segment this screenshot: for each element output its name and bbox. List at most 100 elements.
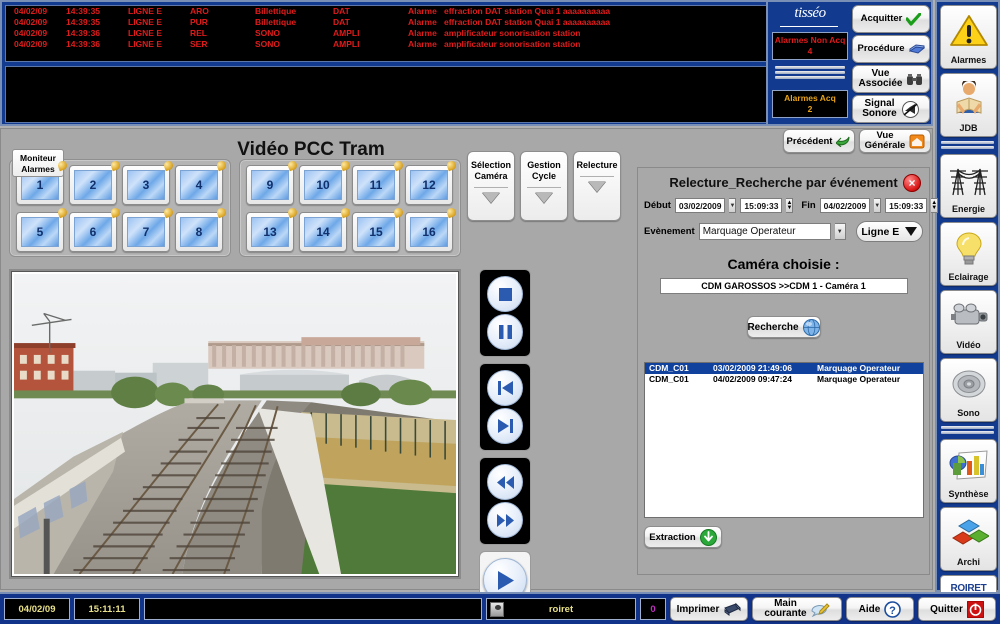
- monitor-cell-10[interactable]: 10: [299, 159, 352, 205]
- debut-time-input[interactable]: 15:09:33: [740, 198, 783, 213]
- alarm-cell-station: ARO: [190, 6, 209, 16]
- sidebar-item-archi[interactable]: Archi: [940, 507, 997, 571]
- sidebar-item-jdb[interactable]: JDB: [940, 73, 997, 137]
- monitor-cell-7[interactable]: 7: [122, 206, 175, 252]
- status-time: 15:11:11: [74, 598, 140, 620]
- imprimer-label: Imprimer: [676, 603, 720, 615]
- sidebar-label: Eclairage: [948, 272, 989, 282]
- monitor-cell-15[interactable]: 15: [352, 206, 405, 252]
- fin-date-input[interactable]: 04/02/2009: [819, 198, 871, 213]
- monitor-cell-4[interactable]: 4: [175, 159, 228, 205]
- alarm-cell-system: SONO: [255, 28, 281, 38]
- monitor-cell-16[interactable]: 16: [405, 206, 458, 252]
- monitor-group-right: 9 10 11 12 13 14 15 16: [239, 159, 461, 257]
- vue-generale-button[interactable]: Vue Générale: [859, 129, 931, 153]
- monitor-cell-11[interactable]: 11: [352, 159, 405, 205]
- extraction-button[interactable]: Extraction: [644, 526, 722, 548]
- close-icon[interactable]: ×: [903, 174, 921, 192]
- fin-date-dropdown-icon[interactable]: ▼: [874, 198, 882, 213]
- monitor-cell-12[interactable]: 12: [405, 159, 458, 205]
- alarm-cell-station: SER: [190, 39, 208, 49]
- debut-time-spinner[interactable]: ▲ ▼: [786, 198, 794, 213]
- power-icon: [966, 600, 984, 618]
- imprimer-button[interactable]: Imprimer: [670, 597, 748, 621]
- recherche-button[interactable]: Recherche: [746, 316, 821, 338]
- ligne-selector-button[interactable]: Ligne E: [855, 221, 923, 242]
- selection-camera-selector[interactable]: Sélection Caméra: [467, 151, 515, 221]
- monitor-cell-5[interactable]: 5: [16, 206, 69, 252]
- alarm-cell-device: AMPLI: [333, 78, 360, 88]
- sidebar-item-alarmes[interactable]: Alarmes: [940, 5, 997, 69]
- main-courante-button[interactable]: Main courante: [752, 597, 842, 621]
- sidebar-item-energie[interactable]: Energie: [940, 154, 997, 218]
- fin-time-spinner[interactable]: ▲ ▼: [931, 198, 939, 213]
- gestion-cycle-selector[interactable]: Gestion Cycle: [520, 151, 568, 221]
- monitor-cell-2[interactable]: 2: [69, 159, 122, 205]
- sidebar-item-synthese[interactable]: Synthèse: [940, 439, 997, 503]
- sidebar-label: Alarmes: [950, 55, 987, 65]
- evenement-label: Evènement: [644, 226, 695, 237]
- monitor-cell-9[interactable]: 9: [246, 159, 299, 205]
- rewind-button[interactable]: [487, 464, 523, 500]
- alarm-cell-line: LIGNE E: [128, 39, 163, 49]
- vue-associee-button[interactable]: Vue Associée: [852, 65, 930, 93]
- chevron-down-icon[interactable]: [482, 192, 500, 203]
- event-dropdown-icon[interactable]: ▼: [834, 223, 846, 240]
- chevron-down-icon[interactable]: [535, 192, 553, 203]
- result-row[interactable]: CDM_C01 04/02/2009 09:47:24 Marquage Opera…: [645, 374, 923, 385]
- monitor-thumbnail: 3: [127, 170, 165, 200]
- alarm-cell-date: 04/02/09: [14, 17, 48, 27]
- monitor-cell-8[interactable]: 8: [175, 206, 228, 252]
- skip-forward-button[interactable]: [487, 408, 523, 444]
- monitor-cell-6[interactable]: 6: [69, 206, 122, 252]
- search-results-list[interactable]: CDM_C01 03/02/2009 21:49:06 Marquage Opera…: [644, 362, 924, 518]
- procedure-button[interactable]: Procédure: [852, 35, 930, 63]
- sidebar-item-sono[interactable]: Sono: [940, 358, 997, 422]
- alarm-cell-station: PUR: [190, 17, 208, 27]
- bar-chart-icon: [941, 440, 996, 489]
- pylon-icon: [941, 155, 996, 204]
- chevron-down-icon: [905, 227, 918, 236]
- acquitter-button[interactable]: Acquitter: [852, 5, 930, 33]
- video-display-frame[interactable]: [9, 269, 461, 579]
- result-row[interactable]: CDM_C01 03/02/2009 21:49:06 Marquage Opera…: [645, 363, 923, 374]
- pin-icon: [109, 206, 122, 219]
- fast-forward-icon: [496, 513, 514, 527]
- monitor-thumbnail: 11: [357, 170, 395, 200]
- fast-forward-button[interactable]: [487, 502, 523, 538]
- alarm-cell-type: Alarme: [408, 78, 437, 88]
- monitor-cell-13[interactable]: 13: [246, 206, 299, 252]
- fin-time-input[interactable]: 15:09:33: [885, 198, 928, 213]
- skip-back-button[interactable]: [487, 370, 523, 406]
- debut-date-input[interactable]: 03/02/2009: [674, 198, 726, 213]
- quitter-button[interactable]: Quitter: [918, 597, 996, 621]
- monitor-thumbnail: 14: [304, 217, 342, 247]
- tisseo-logo: tisséo: [772, 5, 848, 31]
- procedure-label: Procédure: [857, 43, 905, 54]
- sidebar-item-video[interactable]: Vidéo: [940, 290, 997, 354]
- alarm-cell-system: Billettique: [255, 17, 297, 27]
- alarm-cell-type: Alarme: [408, 6, 437, 16]
- pin-icon: [339, 206, 352, 219]
- aide-button[interactable]: Aide ?: [846, 597, 914, 621]
- debut-date-dropdown-icon[interactable]: ▼: [729, 198, 737, 213]
- acq-counter-value: 2: [807, 104, 813, 114]
- monitor-cell-3[interactable]: 3: [122, 159, 175, 205]
- alarm-cell-line: LIGNE E: [128, 78, 163, 88]
- question-icon: ?: [884, 600, 902, 618]
- book-icon: [908, 43, 925, 55]
- stop-button[interactable]: [487, 276, 523, 312]
- sidebar-item-eclairage[interactable]: Eclairage: [940, 222, 997, 286]
- event-select[interactable]: Marquage Operateur: [698, 223, 831, 240]
- chevron-down-icon[interactable]: [588, 181, 606, 192]
- pause-button[interactable]: [487, 314, 523, 350]
- fin-label: Fin: [801, 200, 816, 211]
- precedent-button[interactable]: Précédent: [783, 129, 855, 153]
- monitor-thumbnail: 13: [251, 217, 289, 247]
- relecture-selector[interactable]: Relecture: [573, 151, 621, 221]
- divider-stripes: [772, 64, 848, 86]
- signal-sonore-button[interactable]: Signal Sonore: [852, 95, 930, 123]
- pin-icon: [215, 206, 228, 219]
- monitor-cell-14[interactable]: 14: [299, 206, 352, 252]
- alarm-cell-system: SONO: [255, 78, 281, 88]
